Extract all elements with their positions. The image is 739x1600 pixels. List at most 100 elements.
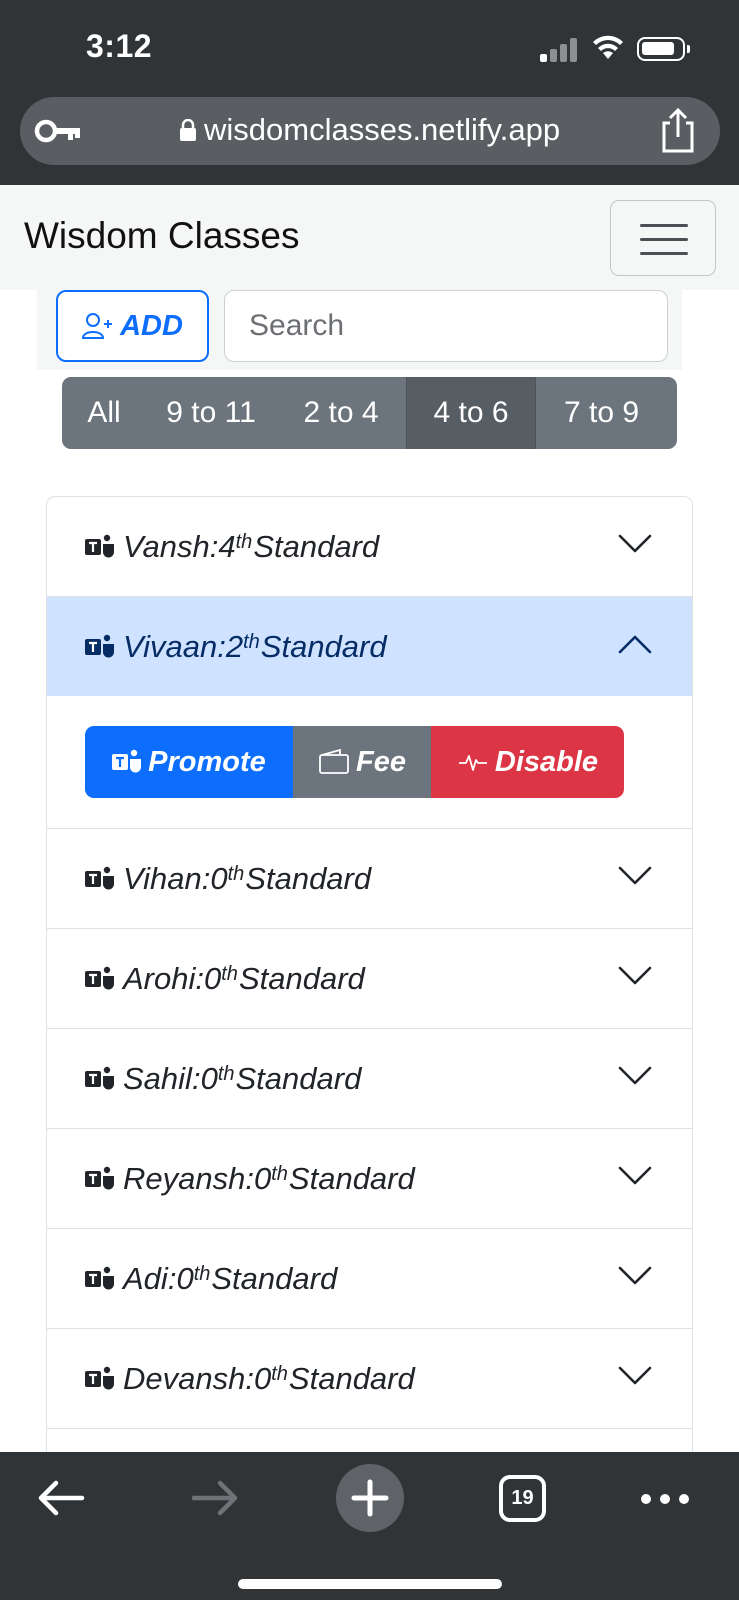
student-name: Vihan — [123, 860, 202, 896]
url-bar[interactable]: wisdomclasses.netlify.app — [20, 97, 720, 165]
promote-label: Promote — [148, 745, 266, 778]
standard-label: Standard — [253, 528, 380, 564]
ordinal-suffix: th — [271, 1163, 288, 1185]
lock-icon — [180, 119, 196, 141]
student-header[interactable]: Vihan : 0th Standard — [47, 829, 692, 928]
name-separator: : — [191, 1060, 201, 1096]
student-name: Adi — [123, 1260, 168, 1296]
tabs-button[interactable]: 19 — [499, 1475, 546, 1522]
disable-button[interactable]: Disable — [431, 726, 624, 798]
student-name: Vansh — [123, 528, 210, 564]
filter-button-3[interactable]: 2 to 4 — [276, 377, 406, 449]
teams-icon — [85, 1266, 114, 1289]
student-standard: 0 — [253, 1160, 272, 1196]
key-icon[interactable] — [34, 114, 82, 148]
student-item: Adi : 0th Standard — [47, 1229, 692, 1329]
url-label: wisdomclasses.netlify.app — [204, 112, 561, 147]
student-header[interactable]: Reyansh : 0th Standard — [47, 1129, 692, 1228]
navbar: Wisdom Classes — [0, 185, 739, 290]
action-button-group: Promote Fee Disable — [85, 726, 624, 798]
student-name: Devansh — [123, 1360, 246, 1396]
student-standard: 4 — [218, 528, 236, 564]
student-item: Vansh : 4th Standard — [47, 497, 692, 597]
student-name: Arohi — [123, 960, 196, 996]
teams-icon — [85, 1366, 114, 1389]
name-separator: : — [209, 528, 219, 564]
filter-button-4[interactable]: 4 to 6 — [406, 377, 536, 449]
student-header[interactable]: Arohi : 0th Standard — [47, 929, 692, 1028]
teams-icon — [85, 1166, 114, 1189]
teams-icon — [85, 634, 114, 657]
student-name: Sahil — [123, 1060, 192, 1096]
standard-label: Standard — [260, 628, 387, 664]
forward-arrow-icon[interactable] — [190, 1478, 240, 1518]
add-student-button[interactable]: ADD — [56, 290, 209, 362]
status-time: 3:12 — [86, 28, 153, 64]
student-standard: 0 — [204, 960, 222, 996]
standard-label: Standard — [238, 960, 365, 996]
chevron-down-icon — [618, 966, 652, 985]
student-header[interactable]: Sahil : 0th Standard — [47, 1029, 692, 1128]
standard-label: Standard — [235, 1060, 362, 1096]
url-text[interactable]: wisdomclasses.netlify.app — [180, 112, 560, 148]
ordinal-suffix: th — [217, 1063, 235, 1085]
filter-button-2[interactable]: 9 to 11 — [146, 377, 276, 449]
filter-button-1[interactable]: All — [62, 377, 146, 449]
student-standard: 0 — [253, 1360, 272, 1396]
name-separator: : — [245, 1160, 254, 1196]
student-accordion: Vansh : 4th Standard Vivaan : 2th Standa… — [46, 496, 693, 1600]
name-separator: : — [167, 1260, 177, 1296]
student-item: Arohi : 0th Standard — [47, 929, 692, 1029]
student-header[interactable]: Vansh : 4th Standard — [47, 497, 692, 596]
back-arrow-icon[interactable] — [36, 1478, 86, 1518]
search-input[interactable] — [224, 290, 668, 362]
student-name: Reyansh — [123, 1160, 246, 1196]
brand-title[interactable]: Wisdom Classes — [24, 215, 300, 257]
student-standard: 0 — [176, 1260, 194, 1296]
promote-button[interactable]: Promote — [85, 726, 293, 798]
student-item: Reyansh : 0th Standard — [47, 1129, 692, 1229]
student-standard: 0 — [210, 860, 228, 896]
ordinal-suffix: th — [243, 631, 260, 653]
student-item: Devansh : 0th Standard — [47, 1329, 692, 1429]
teams-icon — [85, 534, 114, 557]
teams-icon — [85, 966, 114, 989]
filter-button-5[interactable]: 7 to 9 — [536, 377, 667, 449]
student-actions: Promote Fee Disable — [47, 696, 692, 828]
fee-button[interactable]: Fee — [293, 726, 431, 798]
student-header[interactable]: Vivaan : 2th Standard — [47, 597, 692, 696]
new-tab-button[interactable] — [336, 1464, 404, 1532]
chevron-up-icon — [618, 635, 652, 654]
name-separator: : — [201, 860, 211, 896]
home-indicator — [238, 1579, 502, 1589]
student-header[interactable]: Adi : 0th Standard — [47, 1229, 692, 1328]
disable-label: Disable — [494, 745, 599, 778]
chevron-down-icon — [618, 1366, 652, 1385]
fee-label: Fee — [356, 745, 406, 778]
cellular-signal-icon — [540, 38, 580, 62]
grade-filter-group: All 9 to 11 2 to 44 to 67 to 9 — [62, 377, 677, 449]
activity-icon — [458, 755, 487, 771]
wallet-icon — [319, 749, 349, 774]
teams-icon — [112, 749, 142, 773]
chevron-down-icon — [618, 1166, 652, 1185]
more-icon[interactable] — [640, 1489, 690, 1509]
student-item: Vivaan : 2th Standard Promote Fee Disabl… — [47, 597, 692, 829]
chevron-down-icon — [618, 866, 652, 885]
battery-icon — [637, 37, 690, 61]
student-name: Vivaan — [123, 628, 218, 664]
name-separator: : — [245, 1360, 254, 1396]
teams-icon — [85, 1066, 114, 1089]
ordinal-suffix: th — [235, 531, 253, 553]
ordinal-suffix: th — [193, 1263, 211, 1285]
menu-toggle-button[interactable] — [610, 200, 716, 276]
share-icon[interactable] — [658, 107, 698, 155]
wifi-icon — [593, 35, 623, 59]
name-separator: : — [195, 960, 204, 996]
chevron-down-icon — [618, 1066, 652, 1085]
student-header[interactable]: Devansh : 0th Standard — [47, 1329, 692, 1428]
ordinal-suffix: th — [221, 963, 238, 985]
plus-icon — [351, 1479, 389, 1517]
standard-label: Standard — [288, 1360, 415, 1396]
standard-label: Standard — [245, 860, 372, 896]
